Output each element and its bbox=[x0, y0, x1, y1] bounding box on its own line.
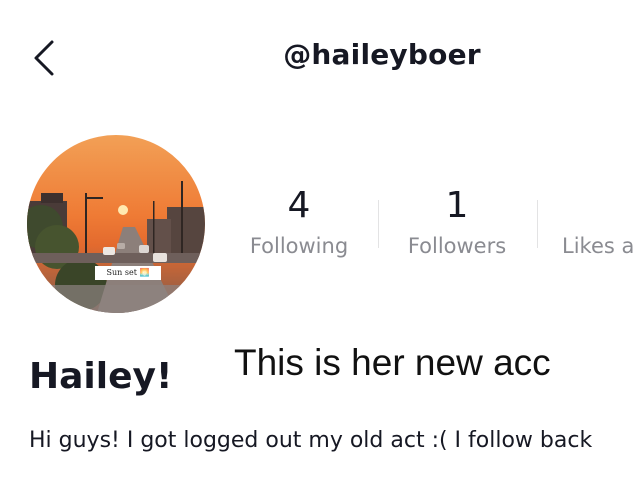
avatar-sunset-photo bbox=[27, 135, 205, 313]
likes-label: Likes a bbox=[562, 234, 635, 258]
likes-count bbox=[562, 180, 640, 232]
username-title: @haileyboer bbox=[283, 38, 481, 71]
avatar[interactable]: Sun set 🌅 bbox=[27, 135, 205, 313]
following-count: 4 bbox=[287, 185, 311, 226]
overlay-caption: This is her new acc bbox=[234, 342, 551, 383]
followers-label: Followers bbox=[407, 234, 507, 258]
followers-stat[interactable]: 1 Followers bbox=[396, 180, 518, 260]
stat-divider bbox=[537, 200, 538, 248]
likes-stat: Likes a bbox=[562, 180, 640, 260]
display-name: Hailey! bbox=[29, 356, 173, 397]
avatar-caption: Sun set 🌅 bbox=[95, 266, 161, 280]
stat-divider bbox=[378, 200, 379, 248]
following-label: Following bbox=[249, 234, 349, 258]
followers-count: 1 bbox=[445, 185, 469, 226]
bio-text: Hi guys! I got logged out my old act :( … bbox=[29, 428, 593, 453]
following-stat[interactable]: 4 Following bbox=[238, 180, 360, 260]
profile-screen: @haileyboer Sun set 🌅 4 Following 1 Foll… bbox=[0, 0, 640, 480]
